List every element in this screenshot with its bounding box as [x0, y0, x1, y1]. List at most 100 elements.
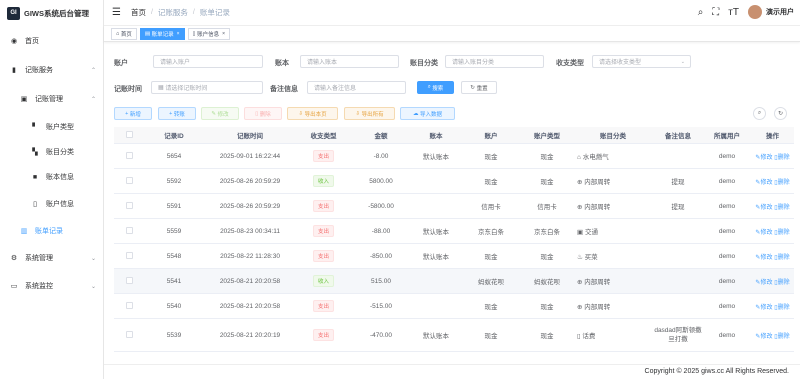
- row-select-cell[interactable]: [114, 201, 144, 211]
- table-row[interactable]: 5559 2025-08-23 00:34:11 支出 -88.00 默认账本 京东白条 京…: [114, 219, 794, 244]
- header-cell: 收支类型: [310, 133, 337, 140]
- category-cell: ▯ 话费: [573, 330, 653, 340]
- row-select-cell[interactable]: [114, 276, 144, 286]
- ledger-input[interactable]: 请输入账本: [300, 55, 399, 68]
- table-row[interactable]: 5539 2025-08-21 20:20:19 支出 -470.00 默认账本 现金 现金…: [114, 319, 794, 352]
- export-page-button[interactable]: ⇩ 导出本页: [287, 107, 338, 120]
- type-cell: 收入: [296, 275, 351, 287]
- row-delete-link[interactable]: ▯删除: [774, 255, 789, 261]
- row-edit-link[interactable]: ✎修改: [755, 305, 772, 311]
- row-edit-link[interactable]: ✎修改: [755, 255, 772, 261]
- record-id: 5548: [166, 252, 182, 260]
- sidebar-item-category[interactable]: ▚ 账目分类: [0, 143, 104, 161]
- table-row[interactable]: 5591 2025-08-26 20:59:29 支出 -5800.00 信用卡 信用卡 ⊕…: [114, 194, 794, 219]
- row-delete-link[interactable]: ▯删除: [774, 155, 789, 161]
- sidebar-item-home[interactable]: ◉ 首页: [0, 32, 104, 50]
- font-size-icon[interactable]: ᴛT: [728, 7, 739, 18]
- category-input[interactable]: 请输入账目分类: [445, 55, 544, 68]
- account-input[interactable]: 请输入账户: [153, 55, 263, 68]
- chevron-down-icon: ⌄: [90, 283, 96, 290]
- row-delete-link[interactable]: ▯删除: [774, 280, 789, 286]
- row-delete-link[interactable]: ▯删除: [774, 334, 789, 340]
- username[interactable]: 演示用户: [766, 7, 794, 17]
- select-all-cell[interactable]: [114, 130, 144, 140]
- remark-input[interactable]: 请输入备注信息: [307, 81, 406, 94]
- row-edit-link[interactable]: ✎修改: [755, 180, 772, 186]
- fullscreen-icon[interactable]: ⛶: [712, 7, 719, 18]
- row-select-cell[interactable]: [114, 226, 144, 236]
- close-icon[interactable]: ×: [222, 31, 225, 37]
- delete-button[interactable]: ▯ 删除: [244, 107, 282, 120]
- sidebar-item-account-type[interactable]: ▘ 账户类型: [0, 118, 104, 136]
- tag-bill-records[interactable]: ▤ 账单记录 ×: [139, 27, 185, 40]
- row-delete-link[interactable]: ▯删除: [774, 305, 789, 311]
- amount: 5800.00: [369, 177, 393, 185]
- row-checkbox[interactable]: [125, 276, 133, 284]
- row-select-cell[interactable]: [114, 330, 144, 340]
- actions-cell: ✎修改 ▯删除: [751, 152, 794, 161]
- hamburger-icon[interactable]: ☰: [112, 7, 121, 18]
- close-icon[interactable]: ×: [177, 31, 180, 37]
- row-select-cell[interactable]: [114, 151, 144, 161]
- time-picker[interactable]: ▦ 请选择记账时间: [151, 81, 263, 94]
- edit-button[interactable]: ✎ 修改: [201, 107, 239, 120]
- sidebar-item-system-monitor[interactable]: ▭ 系统监控 ⌄: [0, 277, 104, 295]
- search-toggle-icon[interactable]: ⌕: [753, 107, 766, 120]
- row-edit-link[interactable]: ✎修改: [755, 280, 772, 286]
- row-checkbox[interactable]: [125, 330, 133, 338]
- table-row[interactable]: 5548 2025-08-22 11:28:30 支出 -850.00 默认账本 现金 现金…: [114, 244, 794, 269]
- table-header: 记录ID 记账时间 收支类型 金额 账本 账户 账户类型 账目分类 备注信息 所…: [114, 127, 794, 144]
- refresh-icon[interactable]: ↻: [774, 107, 787, 120]
- row-select-cell[interactable]: [114, 251, 144, 261]
- calendar-icon: ▦: [158, 85, 166, 91]
- app-logo[interactable]: GI GIWS系统后台管理: [0, 0, 103, 26]
- sidebar-item-bill-records[interactable]: ▥ 账单记录: [0, 222, 104, 240]
- type-select[interactable]: 请选择收支类型 ⌄: [592, 55, 691, 68]
- breadcrumb-home[interactable]: 首页: [131, 7, 146, 18]
- sidebar-item-account[interactable]: ▯ 账户信息: [0, 195, 104, 213]
- card-icon: ▯: [33, 201, 37, 208]
- transfer-button[interactable]: + 转账: [158, 107, 196, 120]
- type-cell: 支出: [296, 200, 351, 212]
- sidebar-item-ledger[interactable]: ■ 账本信息: [0, 168, 104, 186]
- row-edit-link[interactable]: ✎修改: [755, 230, 772, 236]
- row-select-cell[interactable]: [114, 176, 144, 186]
- tag-account-info[interactable]: ▯ 账户信息 ×: [187, 27, 231, 40]
- sidebar-item-system-manage[interactable]: ⚙ 系统管理 ⌄: [0, 249, 104, 267]
- row-select-cell[interactable]: [114, 301, 144, 311]
- row-delete-link[interactable]: ▯删除: [774, 205, 789, 211]
- table-row[interactable]: 5592 2025-08-26 20:59:29 收入 5800.00 现金 现金 ⊕ 内部…: [114, 169, 794, 194]
- search-icon[interactable]: ⌕: [698, 7, 704, 18]
- row-edit-link[interactable]: ✎修改: [755, 334, 772, 340]
- row-edit-link[interactable]: ✎修改: [755, 205, 772, 211]
- sidebar-item-accounting-manage[interactable]: ▣ 记账管理 ⌃: [0, 90, 104, 108]
- import-button[interactable]: ☁ 导入数据: [400, 107, 455, 120]
- category-cell: ⊕ 内部周转: [573, 201, 653, 211]
- table-row[interactable]: 5540 2025-08-21 20:20:58 支出 -515.00 现金 现金 ⊕ 内部…: [114, 294, 794, 319]
- reset-button[interactable]: ↻ 重置: [461, 81, 497, 94]
- row-delete-link[interactable]: ▯删除: [774, 230, 789, 236]
- account-type: 现金: [540, 154, 554, 161]
- add-button[interactable]: + 新增: [114, 107, 152, 120]
- row-checkbox[interactable]: [125, 301, 133, 309]
- avatar[interactable]: [748, 5, 762, 19]
- table-row[interactable]: 5654 2025-09-01 16:22:44 支出 -8.00 默认账本 现金 现金 ⌂ …: [114, 144, 794, 169]
- select-all-checkbox[interactable]: [125, 130, 133, 138]
- row-delete-link[interactable]: ▯删除: [774, 180, 789, 186]
- search-button[interactable]: ⌕ 搜索: [417, 81, 454, 94]
- category-label: 账目分类: [410, 60, 438, 67]
- sidebar-item-accounting-service[interactable]: ▮ 记账服务 ⌃: [0, 61, 104, 79]
- type-placeholder: 请选择收支类型: [599, 60, 642, 66]
- row-checkbox[interactable]: [125, 151, 133, 159]
- row-edit-link[interactable]: ✎修改: [755, 155, 772, 161]
- table-row[interactable]: 5541 2025-08-21 20:20:58 收入 515.00 蚂蚁花呗 蚂蚁花呗 ⊕…: [114, 269, 794, 294]
- row-checkbox[interactable]: [125, 226, 133, 234]
- export-all-button[interactable]: ⇩ 导出所有: [344, 107, 395, 120]
- account-label: 账户: [114, 60, 128, 67]
- row-checkbox[interactable]: [125, 176, 133, 184]
- tag-home[interactable]: ⌂ 首页: [111, 27, 137, 40]
- sidebar-item-label: 账目分类: [46, 149, 74, 156]
- row-edit-label: 修改: [760, 229, 773, 236]
- row-checkbox[interactable]: [125, 251, 133, 259]
- row-checkbox[interactable]: [125, 201, 133, 209]
